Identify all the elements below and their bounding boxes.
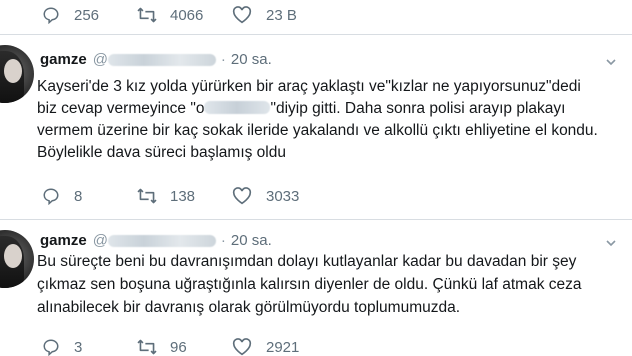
like-count: 2921 (266, 338, 300, 356)
retweet-icon (137, 339, 157, 355)
like-action[interactable]: 2921 (232, 338, 299, 356)
user-handle[interactable]: @ (93, 232, 216, 249)
retweet-count: 4066 (170, 6, 204, 24)
tweet-line: biz cevap vermeyince "o "diyip gitti. Dah… (37, 100, 566, 117)
tweet-line: Böylelikle dava süreci başlamış oldu (37, 144, 286, 161)
avatar[interactable] (0, 230, 34, 288)
user-handle[interactable]: @ (93, 51, 216, 68)
like-count: 23 B (266, 6, 297, 24)
tweet-line: çıkmaz sen boşuna uğraştığınla kalırsın … (37, 276, 582, 293)
like-action[interactable]: 3033 (232, 187, 299, 205)
tweet-line: vermem üzerine bir kaç sokak ileride yak… (37, 122, 598, 139)
reply-count: 3 (74, 338, 83, 356)
like-count: 3033 (266, 187, 300, 205)
reply-icon (43, 339, 59, 356)
tweet-line: Kayseri'de 3 kız yolda yürürken bir araç… (37, 78, 581, 95)
retweet-action[interactable]: 96 (136, 338, 187, 356)
reply-action[interactable]: 256 (42, 6, 99, 24)
reply-count: 8 (74, 187, 83, 205)
timestamp[interactable]: 20 sa. (231, 51, 272, 68)
tweet[interactable]: gamze @ · 20 sa. Kayseri'de 3 kız yolda … (0, 35, 632, 220)
avatar[interactable] (0, 45, 34, 103)
previous-tweet-actions: 256 4066 23 B (0, 0, 632, 34)
heart-icon (232, 338, 252, 356)
retweet-icon (137, 188, 157, 204)
tweet-line: Bu süreçte beni bu davranışımdan dolayı … (37, 253, 577, 270)
tweet-text: Kayseri'de 3 kız yolda yürürken bir araç… (37, 76, 629, 164)
display-name[interactable]: gamze (40, 51, 87, 68)
tweet-text: Bu süreçte beni bu davranışımdan dolayı … (37, 251, 629, 320)
retweet-count: 138 (170, 187, 196, 205)
reply-icon (43, 7, 59, 24)
timestamp[interactable]: 20 sa. (231, 232, 272, 249)
reply-action[interactable]: 3 (42, 338, 82, 356)
retweet-action[interactable]: 4066 (136, 6, 203, 24)
tweet-header: gamze @ · 20 sa. (40, 51, 272, 68)
tweet-line: alınabilecek bir davranış olarak görülmü… (37, 299, 461, 316)
retweet-action[interactable]: 138 (136, 187, 195, 205)
heart-icon (232, 6, 252, 24)
like-action[interactable]: 23 B (232, 6, 297, 24)
chevron-down-icon[interactable] (606, 57, 616, 67)
tweet-header: gamze @ · 20 sa. (40, 232, 272, 249)
tweet[interactable]: gamze @ · 20 sa. Bu süreçte beni bu davr… (0, 220, 632, 356)
chevron-down-icon[interactable] (606, 238, 616, 248)
display-name[interactable]: gamze (40, 232, 87, 249)
retweet-icon (137, 7, 157, 23)
retweet-count: 96 (170, 338, 187, 356)
reply-action[interactable]: 8 (42, 187, 82, 205)
reply-icon (43, 188, 59, 205)
heart-icon (232, 187, 252, 205)
reply-count: 256 (74, 6, 100, 24)
